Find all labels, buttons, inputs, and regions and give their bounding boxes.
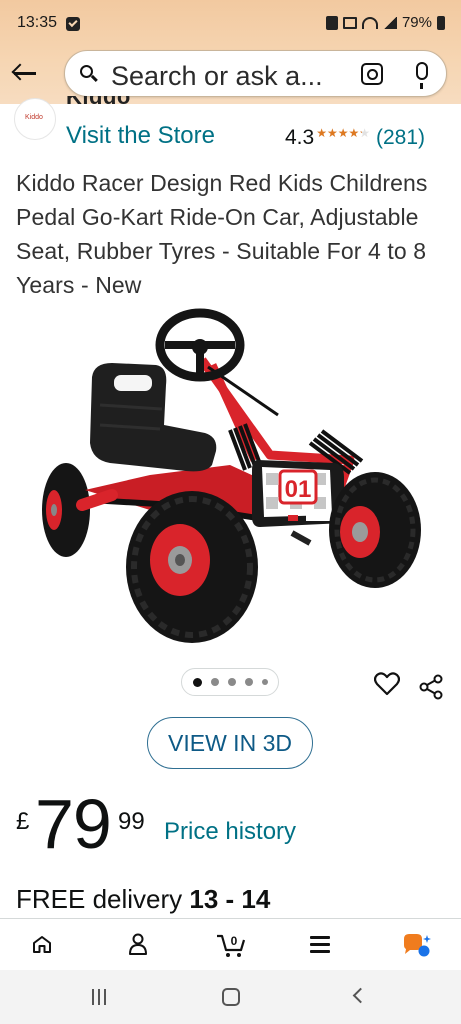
rating-summary[interactable]: 4.3 ★★★★★ ★★★★★ (281) bbox=[285, 126, 425, 150]
signal-icon bbox=[382, 16, 397, 29]
search-row: Search or ask a... bbox=[0, 48, 461, 100]
status-bar: 13:35 79% bbox=[0, 0, 461, 48]
delivery-text: delivery bbox=[85, 884, 190, 914]
system-back-icon[interactable] bbox=[352, 987, 369, 1004]
search-input[interactable]: Search or ask a... bbox=[64, 50, 447, 97]
mute-icon bbox=[342, 16, 357, 29]
view-in-3d-button[interactable]: VIEW IN 3D bbox=[147, 717, 313, 769]
carousel-dot[interactable] bbox=[210, 678, 219, 686]
price-whole: 79 bbox=[35, 785, 112, 863]
home-icon bbox=[33, 936, 51, 953]
user-icon bbox=[129, 933, 147, 955]
price-fraction: 99 bbox=[118, 808, 145, 835]
brand-logo[interactable]: Kiddo bbox=[14, 98, 56, 140]
notification-check-icon bbox=[66, 17, 80, 31]
nav-menu[interactable] bbox=[296, 919, 356, 971]
brand-name: Kiddo bbox=[66, 96, 131, 109]
steering-wheel bbox=[155, 308, 245, 382]
cart-count: 0 bbox=[231, 934, 238, 948]
heart-icon[interactable] bbox=[374, 672, 400, 696]
back-arrow-icon[interactable] bbox=[10, 60, 40, 86]
status-time: 13:35 bbox=[17, 14, 58, 31]
price-currency: £ bbox=[16, 808, 30, 835]
microphone-icon[interactable] bbox=[416, 62, 428, 89]
product-title: Kiddo Racer Design Red Kids Childrens Pe… bbox=[16, 170, 428, 298]
brand-logo-text: Kiddo bbox=[25, 114, 43, 121]
top-banner: 13:35 79% Search or ask a... bbox=[0, 0, 461, 104]
battery-percent: 79% bbox=[401, 14, 432, 31]
rear-right-wheel bbox=[126, 491, 258, 643]
nav-home[interactable] bbox=[8, 919, 68, 971]
delivery-free: FREE bbox=[16, 884, 86, 914]
system-nav-bar bbox=[0, 970, 461, 1024]
nav-assistant[interactable] bbox=[386, 919, 446, 971]
menu-icon bbox=[310, 936, 330, 953]
front-right-wheel bbox=[329, 472, 421, 588]
lock-icon bbox=[325, 15, 338, 30]
delivery-dates: 13 - 14 bbox=[189, 884, 271, 914]
wifi-icon bbox=[361, 16, 378, 29]
delivery-info: FREE delivery 13 - 14 bbox=[16, 884, 270, 915]
status-right: 79% bbox=[325, 14, 445, 31]
recent-apps-icon[interactable] bbox=[92, 989, 106, 1005]
cart-icon: 0 bbox=[217, 934, 246, 957]
search-icon bbox=[80, 65, 98, 82]
svg-text:01: 01 bbox=[285, 476, 312, 503]
ai-assistant-icon bbox=[404, 934, 431, 957]
carousel-dot[interactable] bbox=[227, 678, 236, 686]
product-image[interactable]: 01 bbox=[30, 305, 430, 650]
nav-cart[interactable]: 0 bbox=[202, 919, 262, 971]
price-history-link[interactable]: Price history bbox=[164, 818, 296, 846]
image-carousel-dots[interactable] bbox=[181, 668, 279, 696]
rating-value: 4.3 bbox=[285, 126, 315, 149]
carousel-dot[interactable] bbox=[261, 679, 268, 685]
camera-search-icon[interactable] bbox=[361, 63, 383, 85]
visit-store-link[interactable]: Visit the Store bbox=[66, 122, 215, 150]
carousel-dot[interactable] bbox=[244, 678, 253, 686]
search-placeholder: Search or ask a... bbox=[111, 61, 323, 91]
rating-count[interactable]: (281) bbox=[376, 126, 425, 150]
share-icon[interactable] bbox=[418, 674, 444, 700]
system-home-icon[interactable] bbox=[222, 988, 240, 1006]
bottom-nav: 0 bbox=[0, 918, 461, 970]
battery-icon bbox=[437, 15, 445, 30]
carousel-dot[interactable] bbox=[192, 677, 202, 687]
star-rating-icon: ★★★★★ ★★★★★ bbox=[316, 126, 370, 140]
nav-account[interactable] bbox=[116, 919, 176, 971]
